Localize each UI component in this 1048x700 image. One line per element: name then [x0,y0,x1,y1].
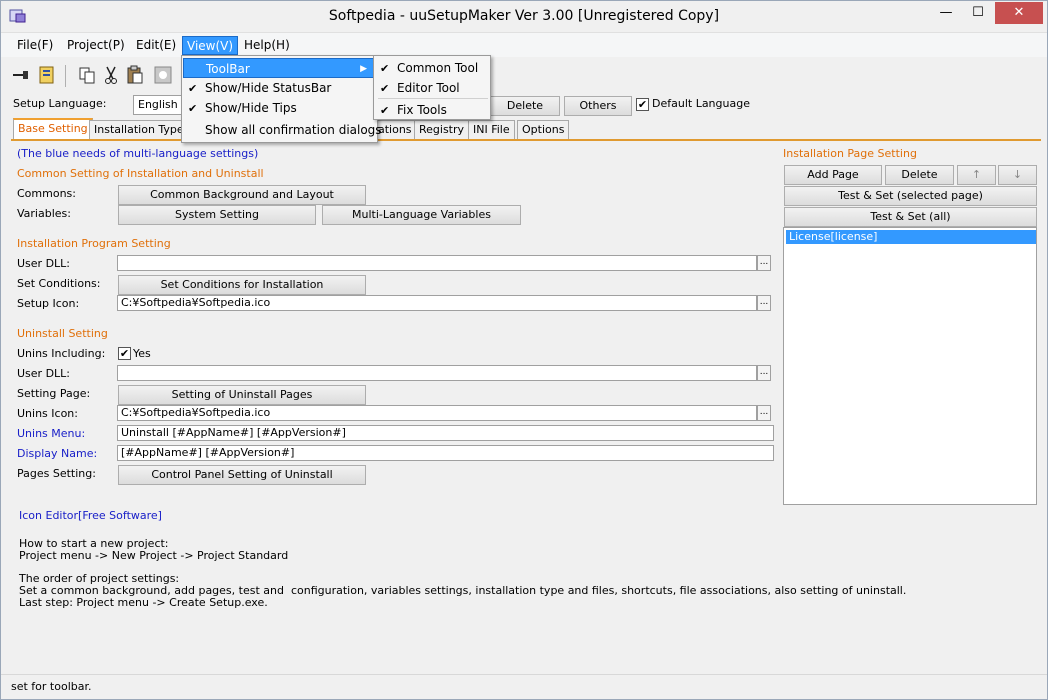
user-dll-browse-button[interactable]: ... [757,255,771,271]
delete-page-button[interactable]: Delete [885,165,954,185]
submenu-arrow-icon: ▶ [360,64,367,74]
unins-icon-browse-button[interactable]: ... [757,405,771,421]
help-start-text: How to start a new project: Project menu… [19,537,289,562]
unins-including-yes-label: Yes [133,347,151,360]
tab-ini-file[interactable]: INI File [468,120,515,139]
share-icon[interactable] [153,65,173,85]
multi-language-variables-button[interactable]: Multi-Language Variables [322,205,521,225]
menu-file[interactable]: File(F) [13,36,57,55]
tab-registry[interactable]: Registry [414,120,470,139]
unins-user-dll-field[interactable] [117,365,757,381]
view-menu-tips[interactable]: ✔ Show/Hide Tips [183,98,376,118]
test-set-selected-button[interactable]: Test & Set (selected page) [784,186,1037,206]
status-text: set for toolbar. [11,680,92,693]
display-name-label: Display Name: [17,447,98,460]
menu-help[interactable]: Help(H) [240,36,294,55]
unins-user-dll-label: User DLL: [17,367,71,380]
test-set-all-button[interactable]: Test & Set (all) [784,207,1037,227]
submenu-common-tool[interactable]: ✔ Common Tool [375,58,489,78]
unins-menu-label: Unins Menu: [17,427,86,440]
paste-icon[interactable] [125,65,145,85]
setup-icon-browse-button[interactable]: ... [757,295,771,311]
tab-base-setting[interactable]: Base Setting [13,118,93,140]
control-panel-button[interactable]: Control Panel Setting of Uninstall [118,465,366,485]
uninstall-setting-header: Uninstall Setting [17,327,108,340]
unins-icon-field[interactable]: C:¥Softpedia¥Softpedia.ico [117,405,757,421]
toolbar-separator [65,65,66,87]
check-icon: ✔ [380,82,390,95]
commons-label: Commons: [17,187,76,200]
help-order-text: The order of project settings: Set a com… [19,572,907,609]
setup-language-combo[interactable]: English [133,95,183,115]
setting-page-label: Setting Page: [17,387,91,400]
move-up-button[interactable]: ↑ [957,165,996,185]
pages-setting-label: Pages Setting: [17,467,96,480]
setup-language-label: Setup Language: [13,97,107,110]
toolbar-submenu: ✔ Common Tool ✔ Editor Tool ✔ Fix Tools [373,55,491,120]
common-setting-header: Common Setting of Installation and Unins… [17,167,264,180]
unins-icon-label: Unins Icon: [17,407,78,420]
user-dll-field[interactable] [117,255,757,271]
default-language-checkbox[interactable]: ✔ [636,98,649,111]
unins-user-dll-browse-button[interactable]: ... [757,365,771,381]
maximize-button[interactable]: ☐ [963,2,993,24]
set-conditions-label: Set Conditions: [17,277,101,290]
unins-including-checkbox[interactable]: ✔ [118,347,131,360]
system-setting-button[interactable]: System Setting [118,205,316,225]
window-title: Softpedia - uuSetupMaker Ver 3.00 [Unreg… [328,8,720,24]
uninstall-pages-button[interactable]: Setting of Uninstall Pages [118,385,366,405]
submenu-fix-tools[interactable]: ✔ Fix Tools [375,100,489,120]
submenu-editor-tool[interactable]: ✔ Editor Tool [375,78,489,98]
list-item[interactable]: License[license] [786,230,1036,244]
view-menu-dropdown: ToolBar ▶ ✔ Show/Hide StatusBar ✔ Show/H… [181,55,382,143]
view-menu-confirmations[interactable]: Show all confirmation dialogs [183,120,382,140]
pin-icon[interactable] [11,65,31,85]
language-delete-button[interactable]: Delete [490,96,560,116]
user-dll-label: User DLL: [17,257,71,270]
multi-language-note: (The blue needs of multi-language settin… [17,147,259,160]
icon-editor-link[interactable]: Icon Editor[Free Software] [19,509,162,522]
default-language-label: Default Language [652,97,750,110]
tab-options[interactable]: Options [517,120,570,139]
status-bar: set for toolbar. [1,674,1047,699]
close-button[interactable]: ✕ [995,2,1043,24]
menu-view[interactable]: View(V) [182,36,239,55]
minimize-button[interactable]: — [931,2,961,24]
set-conditions-button[interactable]: Set Conditions for Installation [118,275,366,295]
cut-icon[interactable] [101,65,121,85]
view-menu-toolbar[interactable]: ToolBar ▶ [183,58,376,78]
common-background-button[interactable]: Common Background and Layout [118,185,366,205]
move-down-button[interactable]: ↓ [998,165,1037,185]
unins-menu-field[interactable]: Uninstall [#AppName#] [#AppVersion#] [117,425,774,441]
copy-icon[interactable] [77,65,97,85]
language-row: Setup Language: English Delete Others ✔ … [1,94,1047,118]
unins-including-label: Unins Including: [17,347,106,360]
toolbar [1,59,1047,93]
check-icon: ✔ [188,102,198,115]
language-others-button[interactable]: Others [564,96,632,116]
app-window: Softpedia - uuSetupMaker Ver 3.00 [Unreg… [0,0,1048,700]
tab-strip: Base Setting Installation Type ations Re… [1,118,1047,140]
tab-installation-type[interactable]: Installation Type [89,120,189,139]
display-name-field[interactable]: [#AppName#] [#AppVersion#] [117,445,774,461]
check-icon: ✔ [188,82,198,95]
setup-icon-label: Setup Icon: [17,297,80,310]
installation-program-header: Installation Program Setting [17,237,171,250]
menu-separator [378,98,488,99]
menu-project[interactable]: Project(P) [63,36,129,55]
setup-icon-field[interactable]: C:¥Softpedia¥Softpedia.ico [117,295,757,311]
check-icon: ✔ [380,104,390,117]
installation-page-header: Installation Page Setting [783,147,917,160]
menu-edit[interactable]: Edit(E) [132,36,180,55]
project-icon[interactable] [37,65,57,85]
menu-bar: File(F) Project(P) Edit(E) View(V) Help(… [1,33,1047,57]
add-page-button[interactable]: Add Page [784,165,882,185]
page-list[interactable]: License[license] [783,227,1037,505]
check-icon: ✔ [380,62,390,75]
title-bar: Softpedia - uuSetupMaker Ver 3.00 [Unreg… [1,1,1047,33]
view-menu-statusbar[interactable]: ✔ Show/Hide StatusBar [183,78,376,98]
variables-label: Variables: [17,207,71,220]
